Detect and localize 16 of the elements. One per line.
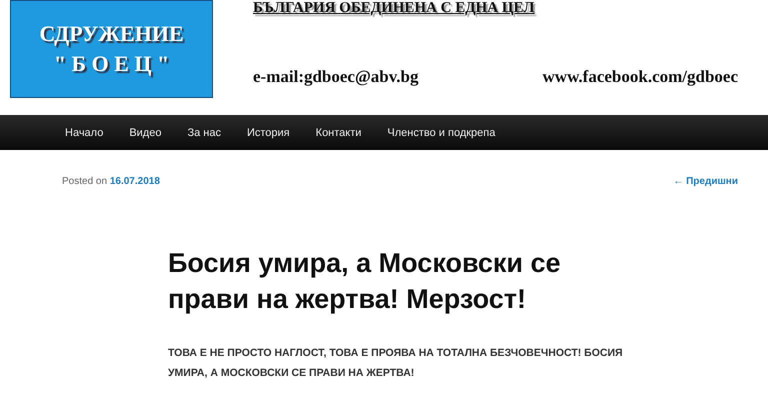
nav-link[interactable]: Членство и подкрепа xyxy=(387,126,496,138)
previous-link[interactable]: ← Предишни xyxy=(673,176,738,187)
nav-link[interactable]: История xyxy=(246,126,290,138)
email-text: e-mail:gdboec@abv.bg xyxy=(253,67,419,87)
post-excerpt: ТОВА Е НЕ ПРОСТО НАГЛОСТ, ТОВА Е ПРОЯВА НА ТОТАЛНА БЕЗЧОВЕЧНОСТ! БОСИЯ УМИРА, А МОСКОВСКИ СЕ ПРАВИ НА ЖЕРТВА! xyxy=(168,346,624,381)
nav-link[interactable]: Видео xyxy=(129,126,162,138)
logo-text: " Б О Е Ц " xyxy=(54,51,170,77)
date-link[interactable]: 16.07.2018 xyxy=(110,176,160,187)
slogan: БЪЛГАРИЯ ОБЕДИНЕНА С ЕДНА ЦЕЛ xyxy=(253,0,534,17)
nav-link[interactable]: За нас xyxy=(187,126,221,138)
nav-link[interactable]: Начало xyxy=(65,126,104,138)
post-title: Босия умира, а Московски се прави на жертва! Мерзост! xyxy=(168,247,562,316)
facebook-text: www.facebook.com/gdboec xyxy=(542,67,738,87)
nav-link[interactable]: Контакти xyxy=(316,126,362,138)
post-meta: Posted on 16.07.2018 xyxy=(62,176,160,187)
logo-text: СДРУЖЕНИЕ xyxy=(39,21,184,47)
